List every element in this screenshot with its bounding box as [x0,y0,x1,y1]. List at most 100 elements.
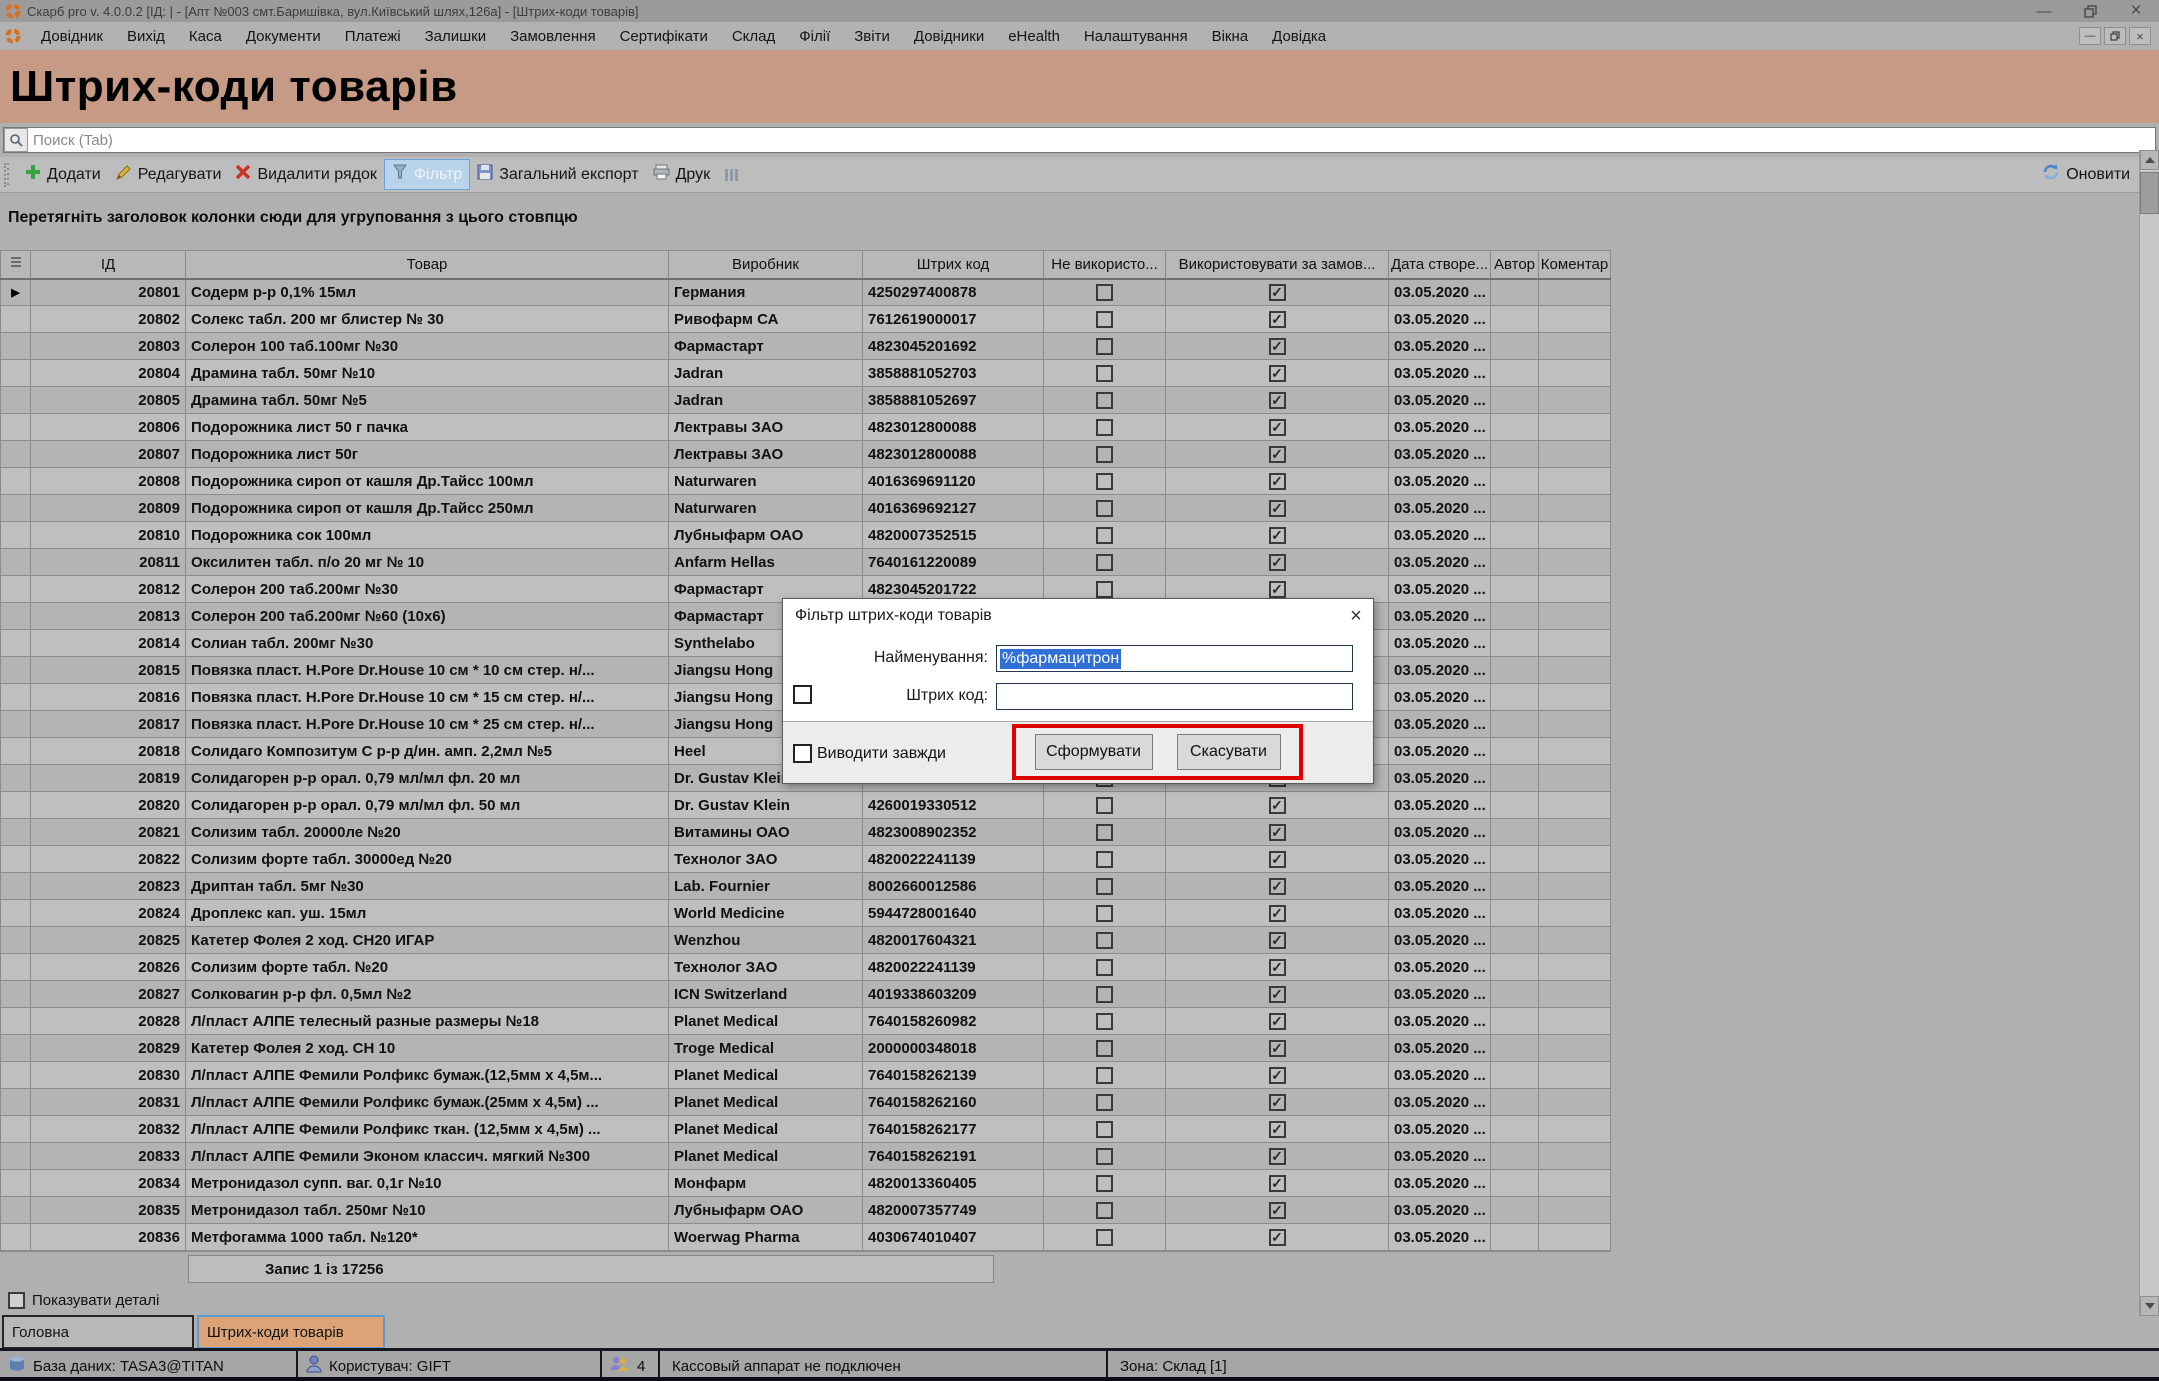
cell-use-for-order[interactable]: ✓ [1166,1116,1389,1143]
cell-author[interactable] [1491,954,1539,981]
menu-item[interactable]: Вікна [1200,25,1261,48]
checkbox-checked[interactable]: ✓ [1269,1202,1286,1219]
checkbox-checked[interactable]: ✓ [1269,527,1286,544]
cell-comment[interactable] [1539,1143,1611,1170]
cell-id[interactable]: 20820 [31,792,186,819]
cell-id[interactable]: 20803 [31,333,186,360]
checkbox-unchecked[interactable] [1096,1094,1113,1111]
cell-id[interactable]: 20815 [31,657,186,684]
cell-barcode[interactable]: 7640158262191 [863,1143,1044,1170]
cell-author[interactable] [1491,1170,1539,1197]
toolbar-grip-icon[interactable] [4,163,10,187]
cell-product[interactable]: Солизим табл. 20000ле №20 [186,819,669,846]
vertical-scrollbar[interactable] [2139,150,2159,1316]
cell-author[interactable] [1491,414,1539,441]
checkbox-checked[interactable]: ✓ [1269,932,1286,949]
checkbox-checked[interactable]: ✓ [1269,419,1286,436]
cell-id[interactable]: 20832 [31,1116,186,1143]
cell-date-created[interactable]: 03.05.2020 ... [1389,279,1491,306]
cell-manufacturer[interactable]: Naturwaren [669,495,863,522]
cell-author[interactable] [1491,1224,1539,1251]
cell-date-created[interactable]: 03.05.2020 ... [1389,954,1491,981]
table-row[interactable]: 20836Метфогамма 1000 табл. №120*Woerwag … [1,1224,1611,1251]
cell-product[interactable]: Солиан табл. 200мг №30 [186,630,669,657]
cell-not-used[interactable] [1044,414,1166,441]
table-row[interactable]: 20806Подорожника лист 50 г пачкаЛектравы… [1,414,1611,441]
add-button[interactable]: Додати [18,160,108,189]
cell-product[interactable]: Драмина табл. 50мг №10 [186,360,669,387]
table-row[interactable]: 20826Солизим форте табл. №20Технолог ЗАО… [1,954,1611,981]
cell-date-created[interactable]: 03.05.2020 ... [1389,1089,1491,1116]
cell-barcode[interactable]: 4250297400878 [863,279,1044,306]
menu-item[interactable]: Документи [234,25,333,48]
cell-date-created[interactable]: 03.05.2020 ... [1389,738,1491,765]
cell-manufacturer[interactable]: Лектравы ЗАО [669,441,863,468]
menu-item[interactable]: Платежі [333,25,413,48]
cell-barcode[interactable]: 4820007357749 [863,1197,1044,1224]
scrollbar-thumb[interactable] [2140,172,2159,214]
cell-date-created[interactable]: 03.05.2020 ... [1389,927,1491,954]
table-row[interactable]: 20827Солковагин р-р фл. 0,5мл №2ICN Swit… [1,981,1611,1008]
cell-barcode[interactable]: 4820013360405 [863,1170,1044,1197]
cell-date-created[interactable]: 03.05.2020 ... [1389,1035,1491,1062]
cell-product[interactable]: Л/пласт АЛПЕ Фемили Ролфикс бумаж.(12,5м… [186,1062,669,1089]
cell-id[interactable]: 20811 [31,549,186,576]
cell-not-used[interactable] [1044,819,1166,846]
cell-use-for-order[interactable]: ✓ [1166,981,1389,1008]
cell-not-used[interactable] [1044,468,1166,495]
checkbox-checked[interactable]: ✓ [1269,446,1286,463]
cell-comment[interactable] [1539,873,1611,900]
cell-use-for-order[interactable]: ✓ [1166,333,1389,360]
cell-date-created[interactable]: 03.05.2020 ... [1389,1116,1491,1143]
cell-barcode[interactable]: 7612619000017 [863,306,1044,333]
cell-product[interactable]: Метронидазол табл. 250мг №10 [186,1197,669,1224]
tab-inactive[interactable]: Головна [2,1315,194,1349]
refresh-button[interactable]: Оновити ▼ [2042,163,2151,186]
cell-not-used[interactable] [1044,1089,1166,1116]
cell-date-created[interactable]: 03.05.2020 ... [1389,981,1491,1008]
menu-item[interactable]: Довідка [1260,25,1338,48]
column-header-not-used[interactable]: Не використо... [1044,251,1166,279]
cell-use-for-order[interactable]: ✓ [1166,1062,1389,1089]
cell-id[interactable]: 20828 [31,1008,186,1035]
cell-comment[interactable] [1539,981,1611,1008]
menu-item[interactable]: Залишки [413,25,499,48]
cell-author[interactable] [1491,819,1539,846]
cell-product[interactable]: Солидаго Композитум С р-р д/ин. амп. 2,2… [186,738,669,765]
checkbox-checked[interactable]: ✓ [1269,1229,1286,1246]
cell-product[interactable]: Повязка пласт. H.Pore Dr.House 10 см * 2… [186,711,669,738]
cell-not-used[interactable] [1044,522,1166,549]
cell-author[interactable] [1491,684,1539,711]
cell-id[interactable]: 20812 [31,576,186,603]
cell-product[interactable]: Метфогамма 1000 табл. №120* [186,1224,669,1251]
cell-product[interactable]: Дроплекс кап. уш. 15мл [186,900,669,927]
cell-id[interactable]: 20831 [31,1089,186,1116]
cell-id[interactable]: 20833 [31,1143,186,1170]
cell-comment[interactable] [1539,603,1611,630]
checkbox-checked[interactable]: ✓ [1269,905,1286,922]
cell-comment[interactable] [1539,1089,1611,1116]
checkbox-unchecked[interactable] [1096,338,1113,355]
cell-date-created[interactable]: 03.05.2020 ... [1389,387,1491,414]
checkbox-checked[interactable]: ✓ [1269,338,1286,355]
cell-product[interactable]: Л/пласт АЛПЕ телесный разные размеры №18 [186,1008,669,1035]
cell-manufacturer[interactable]: Ривофарм СА [669,306,863,333]
cell-id[interactable]: 20821 [31,819,186,846]
cell-author[interactable] [1491,873,1539,900]
cell-use-for-order[interactable]: ✓ [1166,1089,1389,1116]
cell-product[interactable]: Л/пласт АЛПЕ Фемили Ролфикс бумаж.(25мм … [186,1089,669,1116]
cell-id[interactable]: 20809 [31,495,186,522]
cell-date-created[interactable]: 03.05.2020 ... [1389,1008,1491,1035]
cell-manufacturer[interactable]: Naturwaren [669,468,863,495]
cell-date-created[interactable]: 03.05.2020 ... [1389,1224,1491,1251]
cell-author[interactable] [1491,792,1539,819]
cell-author[interactable] [1491,603,1539,630]
cell-id[interactable]: 20813 [31,603,186,630]
cell-date-created[interactable]: 03.05.2020 ... [1389,1197,1491,1224]
cell-comment[interactable] [1539,1035,1611,1062]
cell-use-for-order[interactable]: ✓ [1166,495,1389,522]
cell-use-for-order[interactable]: ✓ [1166,549,1389,576]
cell-use-for-order[interactable]: ✓ [1166,1197,1389,1224]
cell-manufacturer[interactable]: Woerwag Pharma [669,1224,863,1251]
cell-id[interactable]: 20819 [31,765,186,792]
